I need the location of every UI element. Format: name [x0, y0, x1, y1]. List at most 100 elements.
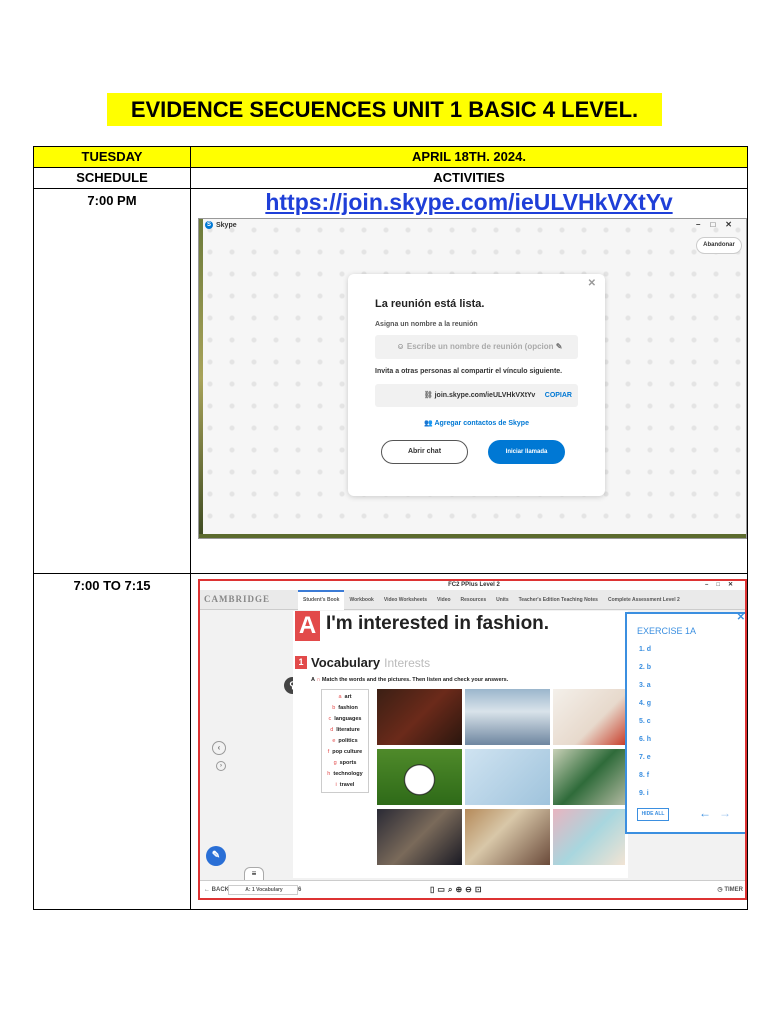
section-heading: 1 Vocabulary Interests [295, 655, 430, 670]
answer-value: d [646, 646, 652, 653]
close-icon[interactable]: ✕ [737, 612, 745, 623]
left-strip [199, 219, 203, 538]
skype-screenshot: S Skype –□✕ Abandonar ✕ La reunión está … [198, 218, 747, 539]
table-row: 7:00 PM https://join.skype.com/ieULVHkVX… [33, 188, 748, 574]
vocab-word: sports [339, 760, 357, 766]
answer-number: 2. [639, 664, 645, 671]
answer-number: 9. [639, 790, 645, 797]
open-chat-button[interactable]: Abrir chat [381, 440, 468, 464]
vocab-word: technology [333, 771, 363, 777]
answer-item: 6. h [639, 736, 651, 743]
meeting-link-box: ⛓ join.skype.com/ieULVHkVXtYv COPIAR [375, 384, 578, 407]
tab-workbook[interactable]: Workbook [344, 590, 378, 610]
answer-value: c [646, 718, 651, 725]
copy-button[interactable]: COPIAR [545, 384, 572, 407]
answer-item: 8. f [639, 772, 649, 779]
instruction-letter: A [311, 677, 315, 683]
timer-label: TIMER [724, 887, 743, 893]
list-item: c languages [325, 714, 365, 725]
table-row: 7:00 TO 7:15 FC2 PPlus Level 2 –□✕ CAMBR… [33, 573, 748, 910]
skype-join-link[interactable]: https://join.skype.com/ieULVHkVXtYv [191, 189, 747, 215]
book-page: A I'm interested in fashion. 1 Vocabular… [293, 611, 628, 878]
arrow-left-icon[interactable]: ← [699, 806, 719, 820]
vocab-letter: d [330, 727, 334, 733]
time-cell: 7:00 PM [33, 188, 191, 574]
answer-value: e [646, 754, 651, 761]
pen-icon[interactable]: ✎ [206, 846, 226, 866]
answer-value: i [646, 790, 649, 797]
tab-resources[interactable]: Resources [456, 590, 492, 610]
page-selector[interactable]: A: 1 Vocabulary [228, 885, 298, 895]
meeting-ready-dialog: ✕ La reunión está lista. Asigna un nombr… [348, 274, 605, 496]
list-item: a art [325, 692, 365, 703]
list-item: e politics [325, 736, 365, 747]
fit-page-icon[interactable]: ⊡ [475, 885, 485, 894]
answer-item: 1. d [639, 646, 651, 653]
arrow-right-icon[interactable]: → [719, 806, 739, 820]
schedule-table: TUESDAY APRIL 18TH. 2024. SCHEDULE ACTIV… [33, 146, 748, 910]
pencil-icon: ✎ [555, 342, 563, 351]
meeting-link-text: join.skype.com/ieULVHkVXtYv [434, 392, 536, 399]
exercise-title: EXERCISE 1A [637, 626, 697, 636]
list-item: d literature [325, 725, 365, 736]
answer-nav: ←→ [699, 806, 739, 820]
photo-pop-culture [553, 689, 625, 745]
zoom-out-icon[interactable]: ⊖ [465, 885, 475, 894]
meeting-name-input[interactable]: ☺ Escribe un nombre de reunión (opcion ✎ [375, 335, 578, 359]
add-contacts-link[interactable]: 👥 Agregar contactos de Skype [348, 419, 605, 427]
vocab-word: languages [334, 716, 362, 722]
page-number: 6 [298, 887, 302, 893]
tab-students-book[interactable]: Student's Book [298, 590, 345, 610]
cambridge-logo: CAMBRIDGE [204, 594, 271, 604]
date-cell: APRIL 18TH. 2024. [190, 146, 748, 168]
section-title: Vocabulary [311, 655, 381, 670]
chevron-left-icon[interactable]: ‹ [212, 741, 226, 755]
menu-icon[interactable]: ≡ [244, 867, 264, 881]
zoom-in-icon[interactable]: ⊕ [455, 885, 465, 894]
section-subtitle: Interests [384, 655, 431, 670]
tab-teaching-notes[interactable]: Teacher's Edition Teaching Notes [514, 590, 603, 610]
window-controls[interactable]: –□✕ [696, 220, 742, 229]
chevron-right-icon[interactable]: › [216, 761, 226, 771]
photo-memory-card [553, 749, 625, 805]
vocab-word: pop culture [332, 749, 363, 755]
answer-number: 1. [639, 646, 645, 653]
answer-item: 5. c [639, 718, 651, 725]
tab-video-worksheets[interactable]: Video Worksheets [379, 590, 432, 610]
instruction: A ∩ Match the words and the pictures. Th… [311, 677, 508, 683]
answer-number: 4. [639, 700, 645, 707]
vocab-word: literature [336, 727, 360, 733]
answer-item: 9. i [639, 790, 649, 797]
list-item: i travel [325, 780, 365, 791]
skype-titlebar: S Skype [205, 221, 237, 229]
vocab-word: travel [339, 782, 355, 788]
vocab-word: politics [338, 738, 358, 744]
start-call-button[interactable]: Iniciar llamada [488, 440, 565, 464]
list-item: g sports [325, 758, 365, 769]
close-icon[interactable]: ✕ [588, 278, 596, 289]
leave-button[interactable]: Abandonar [696, 237, 742, 254]
skype-logo-icon: S [205, 221, 213, 229]
vocab-word: art [344, 694, 352, 700]
tab-units[interactable]: Units [491, 590, 514, 610]
name-label: Asigna un nombre a la reunión [375, 321, 478, 328]
window-controls[interactable]: –□✕ [705, 581, 741, 590]
back-button[interactable]: ← BACK [204, 881, 229, 898]
meeting-name-placeholder: Escribe un nombre de reunión (opcion [406, 342, 554, 351]
tab-assessment[interactable]: Complete Assessment Level 2 [603, 590, 685, 610]
hide-all-button[interactable]: HIDE ALL [637, 808, 669, 821]
answer-value: a [646, 682, 651, 689]
photo-soccer-ball [377, 749, 462, 805]
skype-app-title: Skype [216, 221, 237, 229]
exercise-answer-panel: ✕ EXERCISE 1A 1. d 2. b 3. a 4. g 5. c 6… [625, 612, 745, 834]
photo-politician [377, 809, 462, 865]
double-page-icon[interactable]: ▭ [437, 885, 448, 894]
vocab-letter: e [332, 738, 336, 744]
tab-video[interactable]: Video [432, 590, 456, 610]
list-item: h technology [325, 769, 365, 780]
invite-text: Invita a otras personas al compartir el … [375, 368, 563, 375]
timer-button[interactable]: ◷ TIMER [717, 881, 743, 898]
activity-cell: FC2 PPlus Level 2 –□✕ CAMBRIDGE Student'… [190, 573, 748, 910]
answer-item: 2. b [639, 664, 651, 671]
answer-value: g [646, 700, 652, 707]
